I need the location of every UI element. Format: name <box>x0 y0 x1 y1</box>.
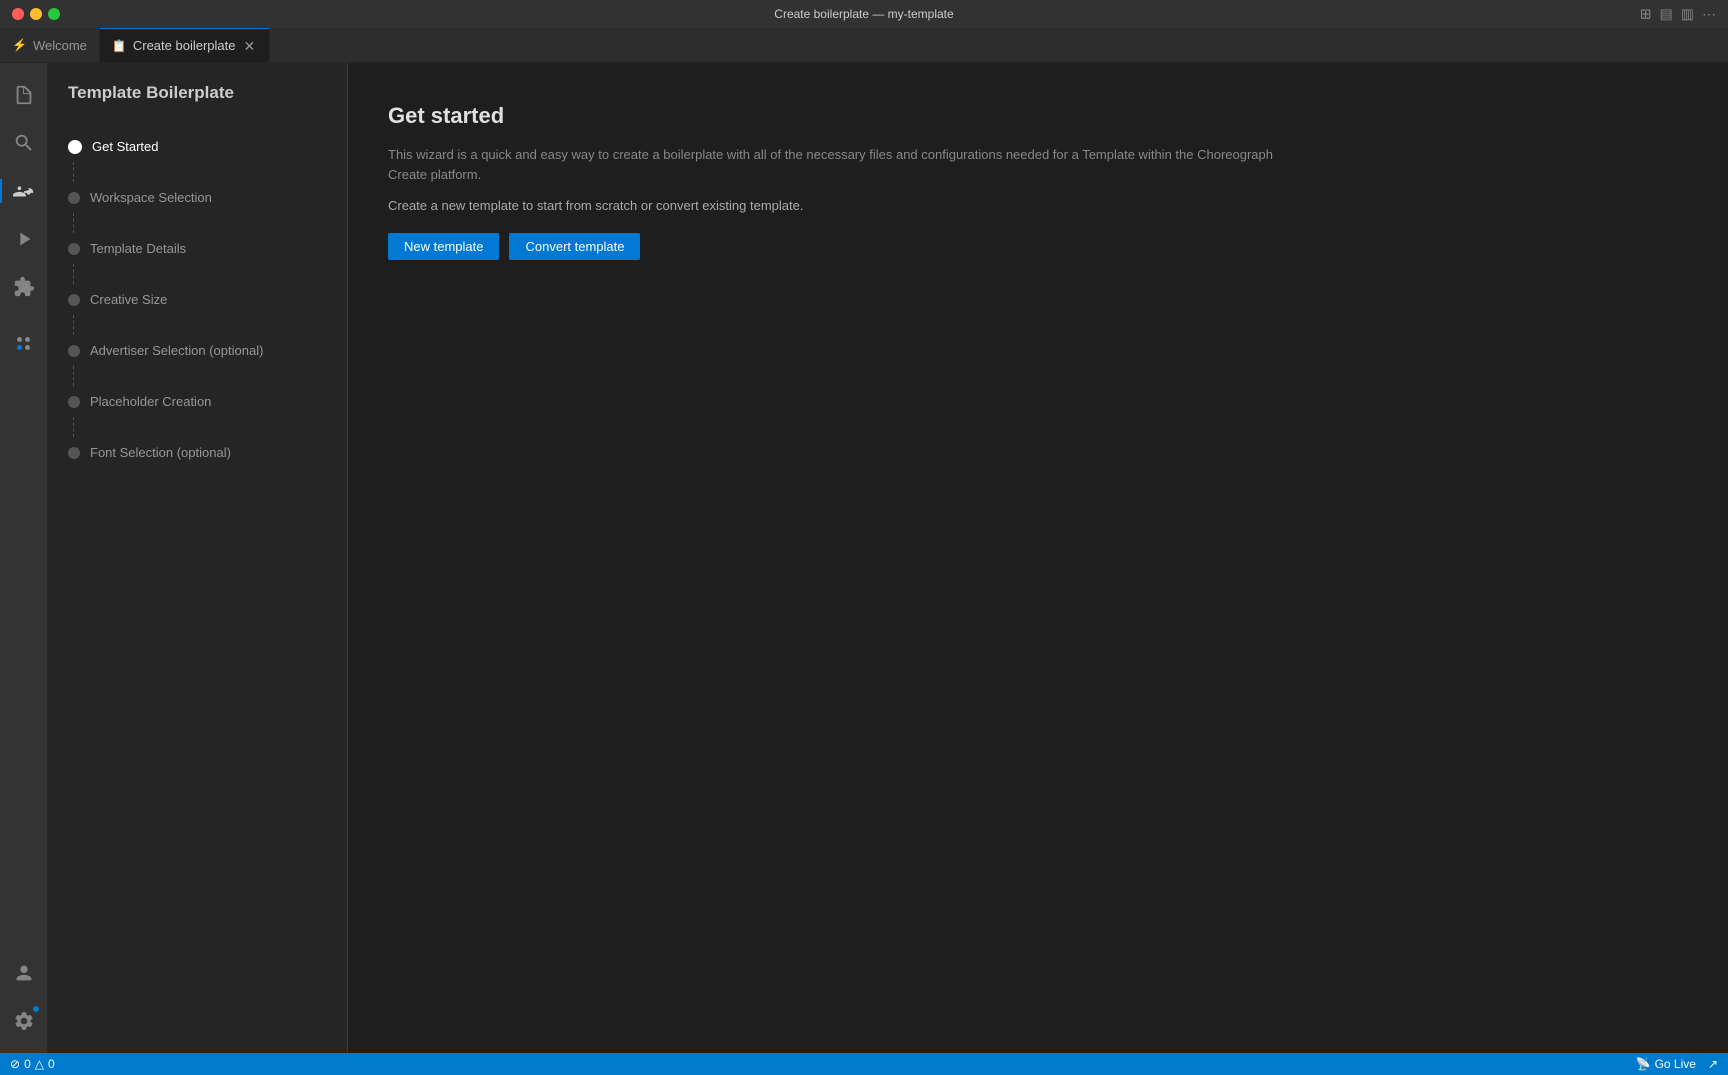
panel-icon[interactable]: ▥ <box>1681 6 1694 23</box>
go-live-label: Go Live <box>1655 1057 1696 1071</box>
tab-welcome[interactable]: ⚡ Welcome <box>0 28 100 62</box>
step-connector-4 <box>73 366 74 386</box>
extensions-icon <box>13 276 35 298</box>
action-buttons: New template Convert template <box>388 233 1688 260</box>
error-icon: ⊘ <box>10 1057 20 1071</box>
files-icon <box>13 84 35 106</box>
main-content: Get started This wizard is a quick and e… <box>348 63 1728 1053</box>
warning-count: 0 <box>48 1057 55 1071</box>
remote-icon[interactable]: ↗ <box>1708 1057 1718 1071</box>
step-font-selection[interactable]: Font Selection (optional) <box>68 437 347 468</box>
warning-icon: △ <box>35 1057 44 1071</box>
boilerplate-tab-icon: 📋 <box>112 39 127 53</box>
close-button[interactable] <box>12 8 24 20</box>
run-icon <box>13 228 35 250</box>
step-connector-3 <box>73 315 74 335</box>
step-advertiser-header[interactable]: Advertiser Selection (optional) <box>68 335 347 366</box>
steps-list: Get Started Workspace Selection <box>48 123 347 476</box>
step-placeholder-label: Placeholder Creation <box>90 394 211 409</box>
activity-misc[interactable] <box>0 319 48 367</box>
content-area: Template Boilerplate Get Started Workspa… <box>48 63 1728 1053</box>
main-sub-text: Create a new template to start from scra… <box>388 198 1688 213</box>
step-creative-size[interactable]: Creative Size <box>68 284 347 335</box>
main-layout: Template Boilerplate Get Started Workspa… <box>0 63 1728 1053</box>
activity-account[interactable] <box>0 949 48 997</box>
tab-bar: ⚡ Welcome 📋 Create boilerplate ✕ <box>0 28 1728 63</box>
activity-settings[interactable] <box>0 997 48 1045</box>
step-get-started[interactable]: Get Started <box>68 131 347 182</box>
status-right: 📡 Go Live ↗ <box>1636 1057 1718 1071</box>
step-font-header[interactable]: Font Selection (optional) <box>68 437 347 468</box>
minimize-button[interactable] <box>30 8 42 20</box>
step-font-dot <box>68 447 80 459</box>
status-bar: ⊘ 0 △ 0 📡 Go Live ↗ <box>0 1053 1728 1075</box>
step-connector-5 <box>73 417 74 437</box>
step-advertiser-label: Advertiser Selection (optional) <box>90 343 263 358</box>
step-creative-label: Creative Size <box>90 292 167 307</box>
maximize-button[interactable] <box>48 8 60 20</box>
tab-create-boilerplate[interactable]: 📋 Create boilerplate ✕ <box>100 28 270 62</box>
step-workspace-header[interactable]: Workspace Selection <box>68 182 347 213</box>
main-description: This wizard is a quick and easy way to c… <box>388 145 1288 184</box>
welcome-tab-icon: ⚡ <box>12 38 27 52</box>
broadcast-icon: 📡 <box>1636 1057 1651 1071</box>
step-workspace-label: Workspace Selection <box>90 190 212 205</box>
boilerplate-tab-label: Create boilerplate <box>133 38 236 53</box>
activity-search[interactable] <box>0 119 48 167</box>
activity-source-control[interactable] <box>0 167 48 215</box>
step-placeholder-header[interactable]: Placeholder Creation <box>68 386 347 417</box>
step-advertiser-selection[interactable]: Advertiser Selection (optional) <box>68 335 347 386</box>
title-bar-actions: ⊞ ▤ ▥ ··· <box>1640 6 1716 23</box>
step-get-started-label: Get Started <box>92 139 158 154</box>
gear-icon <box>13 1010 35 1032</box>
status-errors[interactable]: ⊘ 0 △ 0 <box>10 1057 55 1071</box>
search-icon <box>13 132 35 154</box>
step-connector-1 <box>73 213 74 233</box>
sidebar-title: Template Boilerplate <box>48 63 347 123</box>
status-left: ⊘ 0 △ 0 <box>10 1057 55 1071</box>
step-placeholder-creation[interactable]: Placeholder Creation <box>68 386 347 437</box>
traffic-lights[interactable] <box>12 8 60 20</box>
activity-bottom <box>0 949 48 1045</box>
step-template-label: Template Details <box>90 241 186 256</box>
main-heading: Get started <box>388 103 1688 129</box>
step-workspace-dot <box>68 192 80 204</box>
step-creative-dot <box>68 294 80 306</box>
step-connector-0 <box>73 162 74 182</box>
sidebar-panel: Template Boilerplate Get Started Workspa… <box>48 63 348 1053</box>
new-template-button[interactable]: New template <box>388 233 499 260</box>
step-workspace-selection[interactable]: Workspace Selection <box>68 182 347 233</box>
more-icon[interactable]: ··· <box>1702 6 1716 23</box>
step-template-details[interactable]: Template Details <box>68 233 347 284</box>
step-advertiser-dot <box>68 345 80 357</box>
step-get-started-dot <box>68 140 82 154</box>
step-connector-2 <box>73 264 74 284</box>
source-control-icon <box>13 180 35 202</box>
activity-run[interactable] <box>0 215 48 263</box>
activity-extensions[interactable] <box>0 263 48 311</box>
activity-explorer[interactable] <box>0 71 48 119</box>
error-count: 0 <box>24 1057 31 1071</box>
go-live-button[interactable]: 📡 Go Live <box>1636 1057 1696 1071</box>
step-placeholder-dot <box>68 396 80 408</box>
tab-close-icon[interactable]: ✕ <box>241 37 257 55</box>
split-editor-icon[interactable]: ⊞ <box>1640 6 1652 23</box>
step-creative-header[interactable]: Creative Size <box>68 284 347 315</box>
step-get-started-header[interactable]: Get Started <box>68 131 347 162</box>
step-font-label: Font Selection (optional) <box>90 445 231 460</box>
layout-icon[interactable]: ▤ <box>1660 6 1673 23</box>
title-bar: Create boilerplate — my-template ⊞ ▤ ▥ ·… <box>0 0 1728 28</box>
convert-template-button[interactable]: Convert template <box>509 233 640 260</box>
step-template-dot <box>68 243 80 255</box>
window-title: Create boilerplate — my-template <box>774 7 953 21</box>
activity-bar <box>0 63 48 1053</box>
step-template-header[interactable]: Template Details <box>68 233 347 264</box>
welcome-tab-label: Welcome <box>33 38 87 53</box>
account-icon <box>13 962 35 984</box>
